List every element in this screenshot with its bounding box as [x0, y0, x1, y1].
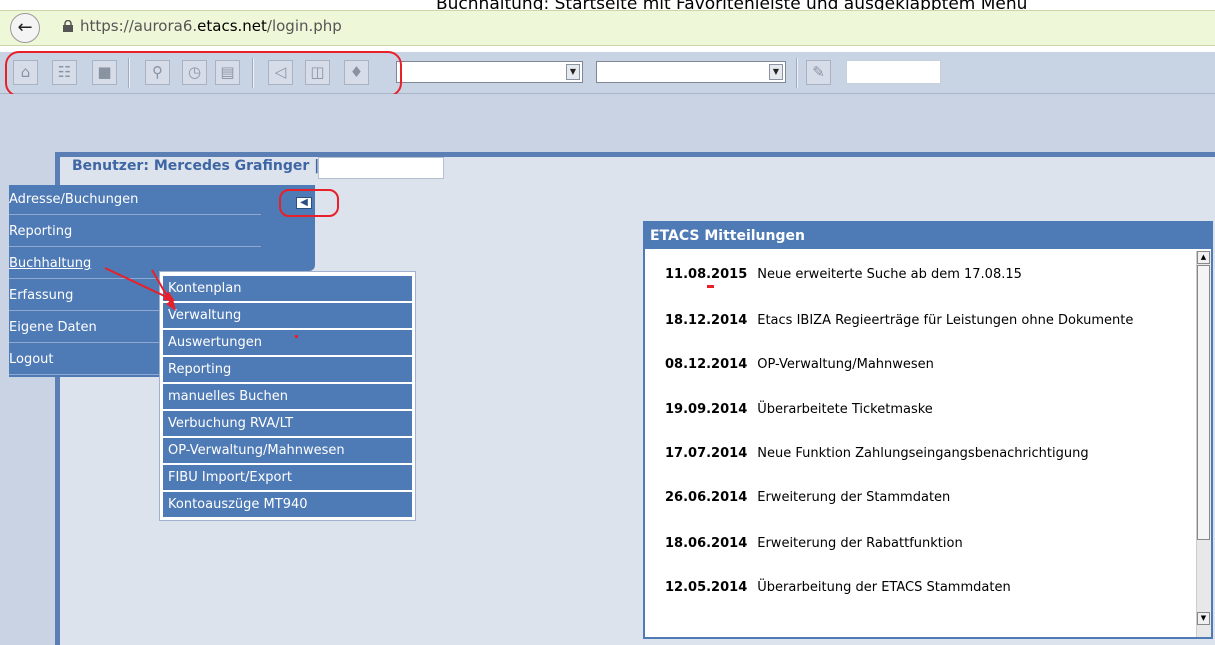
user-input[interactable] [318, 157, 444, 179]
annotation-oval-toolbar [5, 51, 402, 97]
chevron-down-icon[interactable]: ▼ [769, 64, 783, 80]
scroll-up-icon[interactable]: ▲ [1197, 251, 1210, 264]
annotation-dot [707, 285, 714, 288]
annotation-dot [295, 335, 298, 338]
back-arrow-icon[interactable]: ← [10, 13, 40, 43]
news-date: 17.07.2014 [665, 446, 748, 461]
lock-icon [63, 20, 73, 32]
news-text: Erweiterung der Rabattfunktion [757, 536, 963, 551]
news-date: 19.09.2014 [665, 402, 748, 417]
submenu-item-verwaltung[interactable]: Verwaltung [163, 303, 412, 328]
submenu-item-manuelles-buchen[interactable]: manuelles Buchen [163, 384, 412, 409]
toolbar-input[interactable] [846, 60, 941, 84]
news-item[interactable]: 19.09.2014 Überarbeitete Ticketmaske [665, 402, 933, 417]
news-date: 26.06.2014 [665, 490, 748, 505]
news-text: Überarbeitete Ticketmaske [757, 402, 933, 417]
chevron-down-icon[interactable]: ▼ [566, 64, 580, 80]
url-path: /login.php [266, 17, 342, 35]
submenu-item-fibu-import-export[interactable]: FIBU Import/Export [163, 465, 412, 490]
url-domain: etacs.net [197, 17, 267, 35]
annotation-oval-collapse [279, 189, 339, 217]
news-item[interactable]: 08.12.2014 OP-Verwaltung/Mahnwesen [665, 357, 934, 372]
annotation-arrows [104, 267, 176, 311]
scroll-thumb[interactable] [1197, 265, 1210, 540]
url-prefix: https://aurora6. [80, 17, 198, 35]
edit-note-icon[interactable]: ✎ [806, 60, 831, 85]
sidebar-item-adresse-buchungen[interactable]: Adresse/Buchungen [9, 185, 261, 215]
news-item[interactable]: 18.12.2014 Etacs IBIZA Regieerträge für L… [665, 313, 1133, 328]
news-text: Erweiterung der Stammdaten [757, 490, 951, 505]
submenu-item-kontoauszuege[interactable]: Kontoauszüge MT940 [163, 492, 412, 517]
toolbar-select-1[interactable]: ▼ [396, 61, 583, 83]
news-date: 18.12.2014 [665, 313, 748, 328]
news-date: 12.05.2014 [665, 580, 748, 595]
submenu-item-verbuchung-rva-lt[interactable]: Verbuchung RVA/LT [163, 411, 412, 436]
submenu-item-op-verwaltung[interactable]: OP-Verwaltung/Mahnwesen [163, 438, 412, 463]
news-text: Neue Funktion Zahlungseingangsbenachrich… [757, 446, 1089, 461]
news-date: 18.06.2014 [665, 536, 748, 551]
news-panel [643, 221, 1213, 639]
news-item[interactable]: 26.06.2014 Erweiterung der Stammdaten [665, 490, 950, 505]
news-item[interactable]: 12.05.2014 Überarbeitung der ETACS Stammd… [665, 580, 1011, 595]
news-text: Neue erweiterte Suche ab dem 17.08.15 [757, 267, 1022, 282]
news-text: Überarbeitung der ETACS Stammdaten [757, 580, 1011, 595]
news-item[interactable]: 18.06.2014 Erweiterung der Rabattfunktion [665, 536, 963, 551]
submenu-item-auswertungen[interactable]: Auswertungen [163, 330, 412, 355]
news-date: 11.08.2015 [665, 267, 748, 282]
scroll-down-icon[interactable]: ▼ [1197, 612, 1210, 625]
news-item[interactable]: 11.08.2015 Neue erweiterte Suche ab dem 1… [665, 267, 1022, 282]
toolbar-separator [796, 58, 798, 88]
news-text: OP-Verwaltung/Mahnwesen [757, 357, 934, 372]
news-text: Etacs IBIZA Regieerträge für Leistungen … [757, 313, 1134, 328]
news-title: ETACS Mitteilungen [645, 223, 1211, 249]
sidebar-item-reporting[interactable]: Reporting [9, 217, 261, 247]
toolbar-select-2[interactable]: ▼ [596, 61, 786, 83]
news-date: 08.12.2014 [665, 357, 748, 372]
submenu-item-kontenplan[interactable]: Kontenplan [163, 276, 412, 301]
user-label: Benutzer: Mercedes Grafinger | [72, 158, 320, 174]
submenu-item-reporting[interactable]: Reporting [163, 357, 412, 382]
url-text[interactable]: https://aurora6.etacs.net/login.php [80, 17, 342, 35]
news-item[interactable]: 17.07.2014 Neue Funktion Zahlungseingangs… [665, 446, 1089, 461]
